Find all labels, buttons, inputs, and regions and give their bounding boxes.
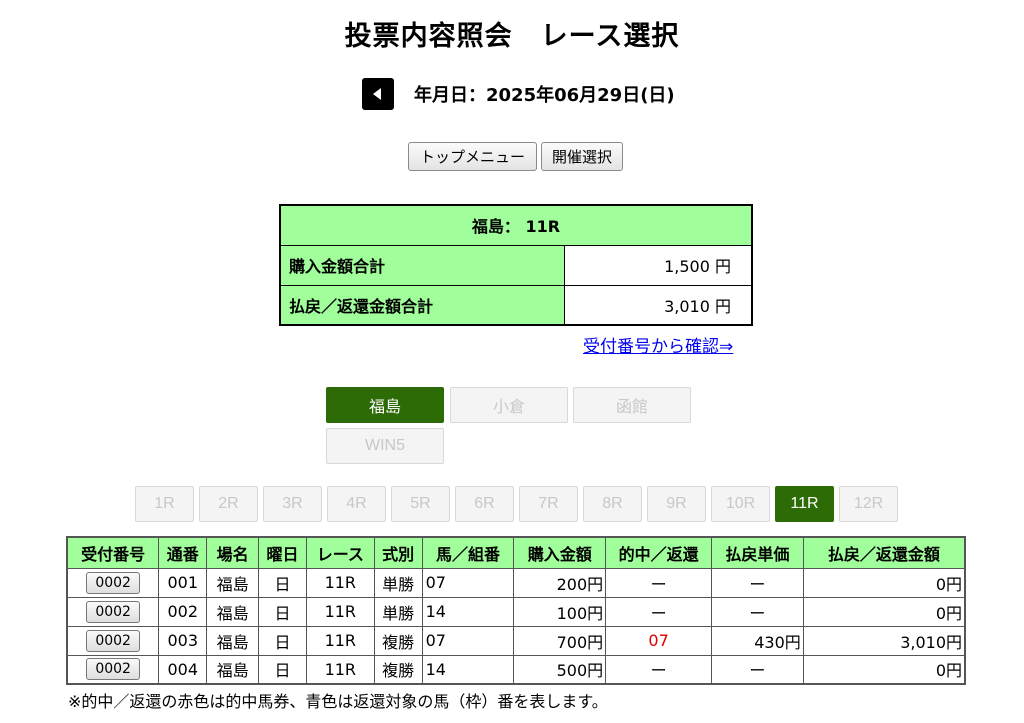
race-button-2r[interactable]: 2R (199, 486, 258, 522)
unit-price-cell: 430円 (710, 625, 804, 656)
date-row: 年月日：2025年06月29日(日) (362, 78, 675, 110)
nav-buttons: トップメニュー 開催選択 (408, 142, 623, 171)
legend-note: ※的中／返還の赤色は的中馬券、青色は返還対象の馬（枠）番を表します。 (68, 692, 608, 711)
unit-price-cell: ー (710, 596, 804, 627)
column-header: 馬／組番 (421, 536, 515, 569)
venue-tab-win5[interactable]: WIN5 (326, 428, 444, 464)
table-row: 0002 003 福島 日 11R 複勝 07 700円 07 430円 3,0… (66, 625, 966, 656)
page-title: 投票内容照会 レース選択 (344, 21, 680, 52)
column-header: 払戻／返還金額 (802, 536, 966, 569)
race-cell: 11R (305, 625, 375, 656)
column-header: 払戻単価 (710, 536, 804, 569)
race-button-4r[interactable]: 4R (327, 486, 386, 522)
previous-date-button[interactable] (362, 78, 394, 110)
hit-cell: ー (605, 596, 712, 627)
race-cell: 11R (305, 596, 375, 627)
seq-cell: 003 (158, 625, 208, 656)
race-button-5r[interactable]: 5R (391, 486, 450, 522)
column-header: 式別 (373, 536, 423, 569)
day-cell: 日 (258, 625, 307, 656)
horse-number-cell: 14 (421, 596, 515, 627)
amount-cell: 700円 (513, 625, 607, 656)
race-cell: 11R (305, 654, 375, 685)
summary-table: 福島： 11R 購入金額合計 1,500 円 払戻／返還金額合計 3,010 円 (279, 204, 753, 326)
receipt-number-button[interactable]: 0002 (86, 600, 141, 623)
race-button-10r[interactable]: 10R (711, 486, 770, 522)
race-button-8r[interactable]: 8R (583, 486, 642, 522)
table-header-row: 受付番号 通番 場名 曜日 レース 式別 馬／組番 購入金額 的中／返還 払戻単… (66, 536, 966, 569)
date-label: 年月日：2025年06月29日(日) (414, 85, 675, 106)
day-cell: 日 (258, 567, 307, 598)
purchase-total-label: 購入金額合計 (279, 244, 565, 286)
horse-number-cell: 14 (421, 654, 515, 685)
bet-type-cell: 複勝 (373, 654, 423, 685)
venue-cell: 福島 (206, 654, 260, 685)
payout-cell: 0円 (802, 596, 966, 627)
column-header: 受付番号 (66, 536, 160, 569)
race-button-11r[interactable]: 11R (775, 486, 834, 522)
receipt-number-button[interactable]: 0002 (86, 658, 141, 681)
venue-cell: 福島 (206, 596, 260, 627)
venue-tab-fukushima[interactable]: 福島 (326, 387, 444, 423)
summary-header: 福島： 11R (279, 204, 753, 246)
venue-select-button[interactable]: 開催選択 (541, 142, 623, 171)
hit-cell: ー (605, 567, 712, 598)
seq-cell: 004 (158, 654, 208, 685)
column-header: 通番 (158, 536, 208, 569)
column-header: 曜日 (258, 536, 307, 569)
column-header: レース (305, 536, 375, 569)
bet-type-cell: 単勝 (373, 567, 423, 598)
unit-price-cell: ー (710, 567, 804, 598)
race-button-9r[interactable]: 9R (647, 486, 706, 522)
column-header: 的中／返還 (605, 536, 712, 569)
venue-cell: 福島 (206, 625, 260, 656)
amount-cell: 100円 (513, 596, 607, 627)
race-button-6r[interactable]: 6R (455, 486, 514, 522)
race-button-3r[interactable]: 3R (263, 486, 322, 522)
table-row: 0002 002 福島 日 11R 単勝 14 100円 ー ー 0円 (66, 596, 966, 627)
race-button-1r[interactable]: 1R (135, 486, 194, 522)
column-header: 場名 (206, 536, 260, 569)
purchase-total-value: 1,500 円 (563, 244, 753, 286)
amount-cell: 200円 (513, 567, 607, 598)
refund-total-label: 払戻／返還金額合計 (279, 284, 565, 326)
column-header: 購入金額 (513, 536, 607, 569)
ticket-table: 受付番号 通番 場名 曜日 レース 式別 馬／組番 購入金額 的中／返還 払戻単… (66, 536, 966, 685)
receipt-number-button[interactable]: 0002 (86, 571, 141, 594)
race-button-12r[interactable]: 12R (839, 486, 898, 522)
venue-cell: 福島 (206, 567, 260, 598)
day-cell: 日 (258, 596, 307, 627)
venue-tab-hakodate[interactable]: 函館 (573, 387, 691, 423)
seq-cell: 002 (158, 596, 208, 627)
horse-number-cell: 07 (421, 625, 515, 656)
horse-number-cell: 07 (421, 567, 515, 598)
top-menu-button[interactable]: トップメニュー (408, 142, 537, 171)
race-button-7r[interactable]: 7R (519, 486, 578, 522)
bet-type-cell: 単勝 (373, 596, 423, 627)
unit-price-cell: ー (710, 654, 804, 685)
venue-tab-kokura[interactable]: 小倉 (450, 387, 568, 423)
hit-cell: ー (605, 654, 712, 685)
payout-cell: 0円 (802, 654, 966, 685)
race-cell: 11R (305, 567, 375, 598)
seq-cell: 001 (158, 567, 208, 598)
confirm-by-receipt-link[interactable]: 受付番号から確認⇒ (583, 332, 733, 357)
table-row: 0002 001 福島 日 11R 単勝 07 200円 ー ー 0円 (66, 567, 966, 598)
amount-cell: 500円 (513, 654, 607, 685)
refund-total-value: 3,010 円 (563, 284, 753, 326)
receipt-number-button[interactable]: 0002 (86, 629, 141, 652)
payout-cell: 0円 (802, 567, 966, 598)
payout-cell: 3,010円 (802, 625, 966, 656)
left-arrow-icon (373, 88, 381, 100)
bet-type-cell: 複勝 (373, 625, 423, 656)
hit-cell: 07 (605, 625, 712, 656)
day-cell: 日 (258, 654, 307, 685)
table-row: 0002 004 福島 日 11R 複勝 14 500円 ー ー 0円 (66, 654, 966, 685)
